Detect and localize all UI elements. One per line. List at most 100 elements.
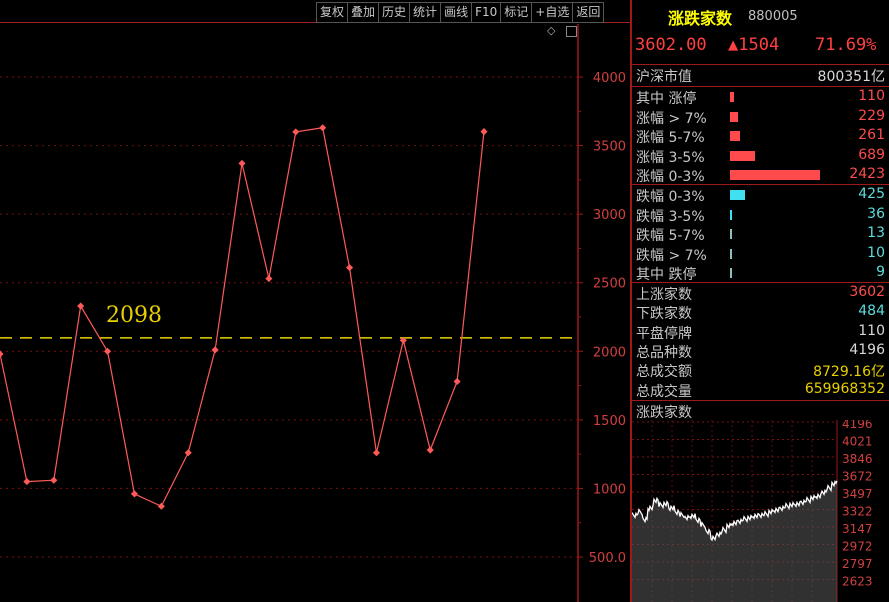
series-line xyxy=(0,127,485,508)
distribution-row: 跌幅 > 7% 10 xyxy=(632,245,889,264)
market-cap-value: 800351亿 xyxy=(817,69,885,85)
data-point xyxy=(211,346,219,354)
distribution-row: 跌幅 5-7% 13 xyxy=(632,225,889,244)
market-cap-label: 沪深市值 xyxy=(636,69,692,85)
stat-value: 4196 xyxy=(849,341,885,358)
mini-tick-label: 3497 xyxy=(842,487,873,501)
y-tick-label: 1500 xyxy=(593,414,626,429)
chart-toolbar: 复权 叠加 历史 统计 画线 F10 标记 +自选 返回 xyxy=(316,2,605,23)
window-toggle-icon[interactable] xyxy=(566,26,577,37)
toolbar-button-3[interactable]: 统计 xyxy=(409,2,441,23)
stat-value: 659968352 xyxy=(804,380,885,397)
y-tick-label: 2500 xyxy=(593,277,626,292)
distribution-row: 涨幅 3-5% 689 xyxy=(632,147,889,166)
separator xyxy=(632,64,889,65)
row-label: 跌幅 > 7% xyxy=(636,247,707,264)
data-point xyxy=(265,275,273,283)
stat-label: 总成交量 xyxy=(636,383,692,400)
info-panel: 涨跌家数 880005 3602.00 ▲1504 71.69% 沪深市值 80… xyxy=(632,0,889,602)
change-percent: 71.69% xyxy=(815,35,877,55)
data-point xyxy=(184,449,192,457)
distribution-row: 涨幅 5-7% 261 xyxy=(632,127,889,146)
reference-label: 2098 xyxy=(106,303,162,328)
mini-tick-label: 2623 xyxy=(842,575,873,589)
row-label: 跌幅 5-7% xyxy=(636,228,705,244)
diamond-icon[interactable]: ◇ xyxy=(547,24,556,37)
row-bar xyxy=(730,248,732,259)
data-point xyxy=(23,478,31,486)
row-bar xyxy=(730,111,739,122)
row-label: 其中 涨停 xyxy=(636,91,697,107)
data-point xyxy=(50,476,58,484)
toolbar-button-0[interactable]: 复权 xyxy=(316,2,348,23)
stat-row: 总成交额 8729.16亿 xyxy=(632,361,889,380)
stat-row: 总品种数 4196 xyxy=(632,342,889,361)
toolbar-button-1[interactable]: 叠加 xyxy=(347,2,379,23)
row-value: 36 xyxy=(867,205,885,222)
distribution-row: 涨幅 > 7% 229 xyxy=(632,108,889,127)
row-bar xyxy=(730,150,756,161)
row-value: 2423 xyxy=(849,166,885,182)
market-cap-row: 沪深市值 800351亿 xyxy=(632,66,889,85)
distribution-row: 跌幅 3-5% 36 xyxy=(632,206,889,225)
stat-label: 上涨家数 xyxy=(636,287,692,303)
toolbar-button-4[interactable]: 画线 xyxy=(440,2,472,23)
data-point xyxy=(157,502,165,510)
row-value: 110 xyxy=(858,88,885,104)
mini-tick-label: 3846 xyxy=(842,452,873,466)
stat-value: 110 xyxy=(858,322,885,339)
mini-tick-label: 4021 xyxy=(842,435,873,449)
row-bar xyxy=(730,92,735,102)
mini-tick-label: 3672 xyxy=(842,470,873,484)
row-bar xyxy=(730,131,740,141)
row-label: 涨幅 > 7% xyxy=(636,110,707,127)
distribution-row: 跌幅 0-3% 425 xyxy=(632,186,889,205)
stat-label: 平盘停牌 xyxy=(636,325,692,342)
index-title: 涨跌家数 xyxy=(668,9,733,28)
y-tick-label: 4000 xyxy=(593,71,626,86)
separator xyxy=(632,400,889,401)
data-point xyxy=(77,302,85,310)
data-point xyxy=(130,490,138,498)
distribution-row: 其中 跌停 9 xyxy=(632,264,889,283)
separator xyxy=(632,86,889,87)
y-tick-label: 2000 xyxy=(593,345,626,360)
stat-value: 3602 xyxy=(849,284,885,300)
toolbar-button-5[interactable]: F10 xyxy=(471,2,501,23)
stat-label: 总品种数 xyxy=(636,344,692,361)
row-value: 261 xyxy=(858,127,885,143)
mini-tick-label: 2797 xyxy=(842,557,873,571)
stat-value: 8729.16亿 xyxy=(813,364,885,381)
mini-tick-label: 3147 xyxy=(842,522,873,536)
y-tick-label: 3500 xyxy=(593,140,626,155)
mini-tick-label: 4196 xyxy=(842,420,873,431)
index-code: 880005 xyxy=(748,9,798,24)
mini-chart-title: 涨跌家数 xyxy=(636,405,692,421)
data-point xyxy=(104,347,112,355)
row-label: 涨幅 5-7% xyxy=(636,130,705,146)
data-point xyxy=(372,449,380,457)
change-value: ▲1504 xyxy=(728,35,780,55)
data-point xyxy=(453,377,461,385)
mini-intraday-chart[interactable]: 4196 4021 3846 3672 3497 3322 3147 2972 2797 2623 xyxy=(632,420,889,602)
toolbar-button-7[interactable]: +自选 xyxy=(531,2,573,23)
data-point xyxy=(319,124,327,132)
row-bar xyxy=(730,170,820,180)
separator xyxy=(632,184,889,185)
stat-label: 下跌家数 xyxy=(636,306,692,323)
toolbar-button-2[interactable]: 历史 xyxy=(378,2,410,23)
distribution-row: 其中 涨停 110 xyxy=(632,88,889,107)
stat-row: 平盘停牌 110 xyxy=(632,323,889,342)
row-value: 9 xyxy=(876,264,885,280)
toolbar-button-8[interactable]: 返回 xyxy=(572,2,605,23)
stat-value: 484 xyxy=(858,303,885,320)
row-bar xyxy=(730,268,732,278)
data-point xyxy=(480,128,488,136)
row-label: 其中 跌停 xyxy=(636,267,697,283)
y-tick-label: 1000 xyxy=(593,482,626,497)
main-line-chart[interactable]: 4000 3500 3000 2500 2000 1500 1000 500.0 2098 xyxy=(0,0,630,602)
row-label: 跌幅 0-3% xyxy=(636,189,705,205)
row-label: 涨幅 0-3% xyxy=(636,169,705,185)
toolbar-button-6[interactable]: 标记 xyxy=(500,2,532,23)
stat-row: 总成交量 659968352 xyxy=(632,381,889,400)
